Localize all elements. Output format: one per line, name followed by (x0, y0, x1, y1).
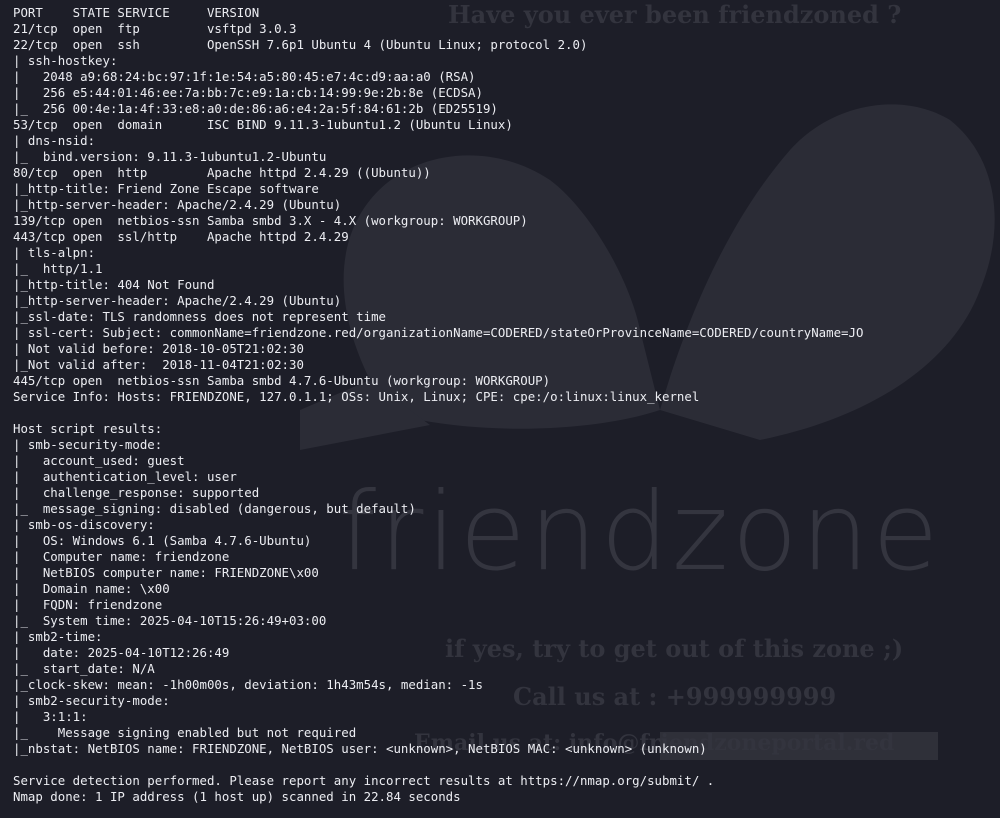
terminal-line: | OS: Windows 6.1 (Samba 4.7.6-Ubuntu) (13, 533, 312, 548)
terminal-line: Nmap done: 1 IP address (1 host up) scan… (13, 789, 461, 804)
terminal-line: Service Info: Hosts: FRIENDZONE, 127.0.1… (13, 389, 700, 404)
terminal-line: 445/tcp open netbios-ssn Samba smbd 4.7.… (13, 373, 551, 388)
terminal-line: |_http-title: Friend Zone Escape softwar… (13, 181, 319, 196)
terminal-line: | NetBIOS computer name: FRIENDZONE\x00 (13, 565, 319, 580)
terminal-line: | smb2-security-mode: (13, 693, 178, 708)
terminal-line: | 256 e5:44:01:46:ee:7a:bb:7c:e9:1a:cb:1… (13, 85, 483, 100)
terminal-line: 443/tcp open ssl/http Apache httpd 2.4.2… (13, 229, 349, 244)
terminal-line: Service detection performed. Please repo… (13, 773, 715, 788)
terminal-line: | smb-security-mode: (13, 437, 170, 452)
terminal-line: |_nbstat: NetBIOS name: FRIENDZONE, NetB… (13, 741, 707, 756)
terminal-line: | account_used: guest (13, 453, 185, 468)
terminal-line: | Not valid before: 2018-10-05T21:02:30 (13, 341, 304, 356)
terminal-line: |_ Message signing enabled but not requi… (13, 725, 357, 740)
terminal-window[interactable]: Have you ever been friendzoned ? friendz… (0, 0, 1000, 818)
terminal-line: | smb2-time: (13, 629, 110, 644)
terminal-line: | challenge_response: supported (13, 485, 260, 500)
terminal-line: |_http-server-header: Apache/2.4.29 (Ubu… (13, 197, 342, 212)
terminal-line: |_ bind.version: 9.11.3-1ubuntu1.2-Ubunt… (13, 149, 327, 164)
terminal-line: | date: 2025-04-10T12:26:49 (13, 645, 230, 660)
terminal-line: | Domain name: \x00 (13, 581, 170, 596)
terminal-output: PORT STATE SERVICE VERSION 21/tcp open ft… (13, 5, 863, 805)
terminal-line: | FQDN: friendzone (13, 597, 163, 612)
terminal-line: |_ System time: 2025-04-10T15:26:49+03:0… (13, 613, 327, 628)
terminal-line: |_clock-skew: mean: -1h00m00s, deviation… (13, 677, 483, 692)
terminal-line: 22/tcp open ssh OpenSSH 7.6p1 Ubuntu 4 (… (13, 37, 588, 52)
terminal-line: | 3:1:1: (13, 709, 96, 724)
terminal-line: Host script results: (13, 421, 163, 436)
terminal-line: | tls-alpn: (13, 245, 103, 260)
terminal-line: |_http-title: 404 Not Found (13, 277, 215, 292)
terminal-line: |_Not valid after: 2018-11-04T21:02:30 (13, 357, 304, 372)
terminal-line: PORT STATE SERVICE VERSION (13, 5, 260, 20)
terminal-line: | dns-nsid: (13, 133, 103, 148)
terminal-line: |_http-server-header: Apache/2.4.29 (Ubu… (13, 293, 342, 308)
terminal-line: |_ message_signing: disabled (dangerous,… (13, 501, 416, 516)
terminal-line: | smb-os-discovery: (13, 517, 163, 532)
terminal-line: |_ 256 00:4e:1a:4f:33:e8:a0:de:86:a6:e4:… (13, 101, 498, 116)
terminal-line: | ssl-cert: Subject: commonName=friendzo… (13, 325, 864, 340)
terminal-line: | 2048 a9:68:24:bc:97:1f:1e:54:a5:80:45:… (13, 69, 476, 84)
terminal-line: | authentication_level: user (13, 469, 237, 484)
terminal-line: 139/tcp open netbios-ssn Samba smbd 3.X … (13, 213, 528, 228)
terminal-line: 53/tcp open domain ISC BIND 9.11.3-1ubun… (13, 117, 513, 132)
terminal-line: | Computer name: friendzone (13, 549, 230, 564)
terminal-line: 21/tcp open ftp vsftpd 3.0.3 (13, 21, 297, 36)
terminal-line: |_ http/1.1 (13, 261, 103, 276)
terminal-line: |_ start_date: N/A (13, 661, 155, 676)
terminal-line: | ssh-hostkey: (13, 53, 125, 68)
terminal-line: 80/tcp open http Apache httpd 2.4.29 ((U… (13, 165, 431, 180)
terminal-line: |_ssl-date: TLS randomness does not repr… (13, 309, 386, 324)
